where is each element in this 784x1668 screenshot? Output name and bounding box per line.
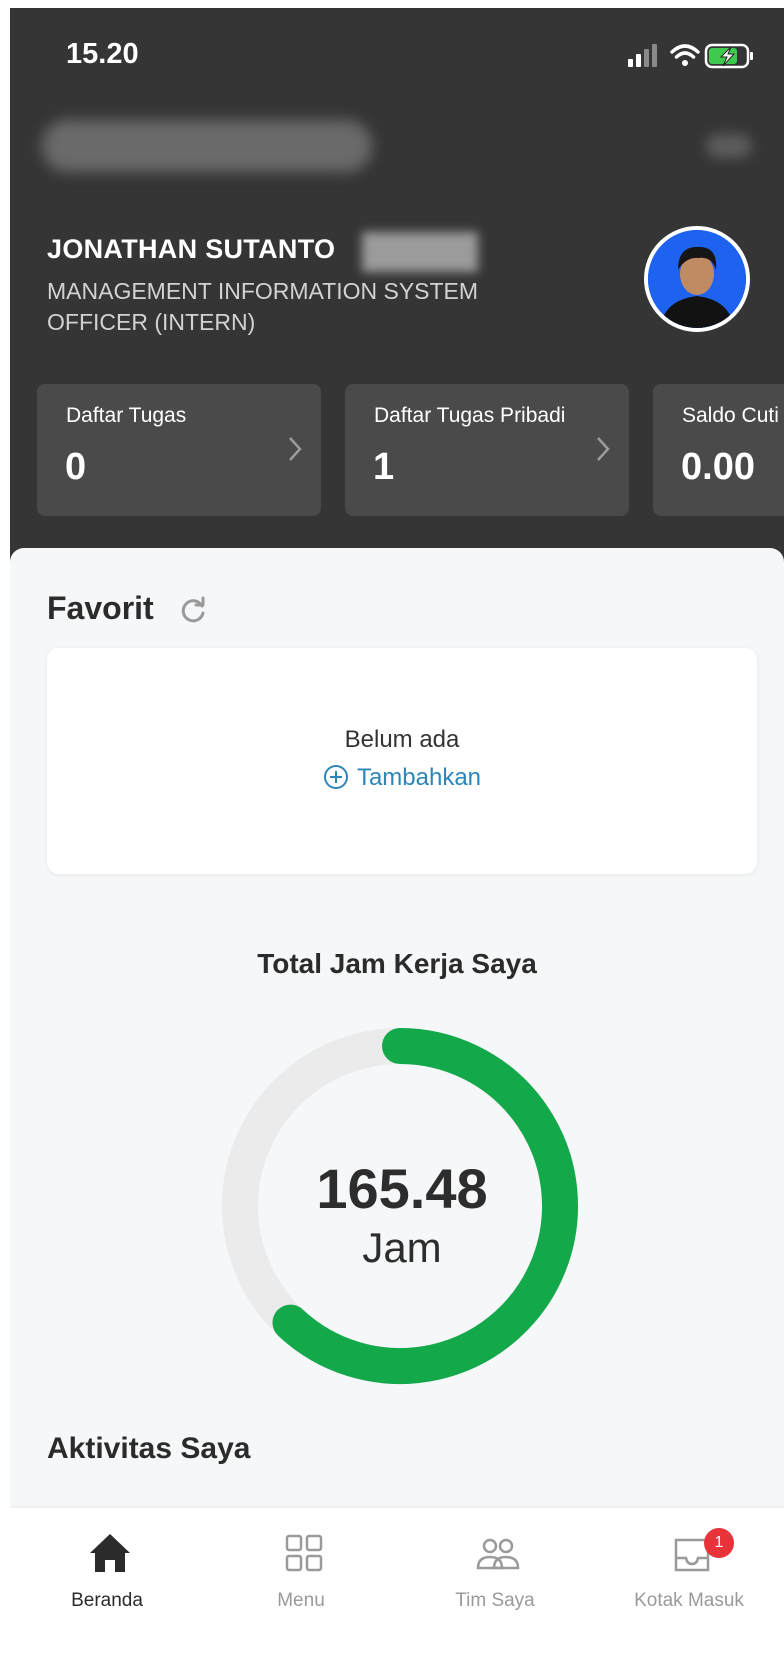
- tab-kotak-masuk[interactable]: 1 Kotak Masuk: [592, 1508, 784, 1628]
- home-icon: [90, 1534, 130, 1572]
- favorites-title: Favorit: [47, 590, 154, 626]
- profile-header: 15.20 JONATHAN SUTANTO MANAGEMENT INFORM…: [10, 8, 784, 568]
- status-time: 15.20: [66, 38, 139, 70]
- profile-job-title: MANAGEMENT INFORMATION SYSTEM OFFICER (I…: [47, 278, 479, 335]
- bottom-tab-bar: Beranda Menu Tim Saya 1 Kotak Masuk: [10, 1508, 784, 1668]
- tab-label: Tim Saya: [455, 1590, 535, 1611]
- grid-icon: [285, 1534, 323, 1572]
- stat-card-daftar-tugas-pribadi[interactable]: Daftar Tugas Pribadi 1: [345, 384, 629, 516]
- status-icons: [628, 43, 753, 69]
- tab-tim-saya[interactable]: Tim Saya: [398, 1508, 592, 1628]
- add-favorite-button[interactable]: Tambahkan: [47, 764, 757, 792]
- stat-label: Saldo Cuti: [682, 404, 779, 427]
- blurred-header-title: [42, 120, 372, 172]
- add-favorite-label: Tambahkan: [356, 764, 482, 791]
- stat-card-daftar-tugas[interactable]: Daftar Tugas 0: [37, 384, 321, 516]
- stat-card-saldo-cuti[interactable]: Saldo Cuti 0.00: [653, 384, 784, 516]
- stat-label: Daftar Tugas Pribadi: [374, 404, 566, 427]
- team-icon: [476, 1538, 520, 1570]
- chevron-right-icon: [597, 437, 610, 461]
- plus-circle-icon: [323, 765, 348, 789]
- work-hours-value: 165.48: [316, 1157, 488, 1220]
- avatar-photo: [648, 230, 746, 328]
- avatar[interactable]: [644, 226, 750, 332]
- blurred-header-action[interactable]: [706, 134, 752, 158]
- tab-menu[interactable]: Menu: [204, 1508, 398, 1628]
- main-content: Favorit Belum ada Tambahkan Total Jam Ke…: [10, 548, 784, 1668]
- wifi-icon: [670, 44, 700, 66]
- stat-value: 1: [373, 446, 395, 488]
- chevron-right-icon: [289, 437, 302, 461]
- tab-label: Kotak Masuk: [634, 1590, 744, 1611]
- battery-charging-icon: [704, 43, 753, 69]
- signal-icon: [628, 44, 657, 67]
- work-hours-unit: Jam: [362, 1224, 442, 1271]
- stat-value: 0.00: [681, 446, 755, 488]
- work-hours-title: Total Jam Kerja Saya: [257, 948, 537, 979]
- profile-name: JONATHAN SUTANTO: [47, 234, 336, 264]
- favorites-empty-text: Belum ada: [344, 726, 460, 753]
- tab-beranda[interactable]: Beranda: [10, 1508, 204, 1628]
- app-screen: 15.20 JONATHAN SUTANTO MANAGEMENT INFORM…: [10, 8, 784, 1668]
- favorites-card: Belum ada Tambahkan: [47, 648, 757, 874]
- stat-value: 0: [65, 446, 87, 488]
- inbox-badge: 1: [704, 1528, 734, 1558]
- redacted-employee-id: [362, 232, 478, 272]
- stat-label: Daftar Tugas: [66, 404, 187, 427]
- refresh-icon[interactable]: [178, 596, 208, 626]
- tab-label: Menu: [277, 1590, 325, 1611]
- activity-title: Aktivitas Saya: [47, 1432, 251, 1465]
- tab-label: Beranda: [71, 1590, 143, 1611]
